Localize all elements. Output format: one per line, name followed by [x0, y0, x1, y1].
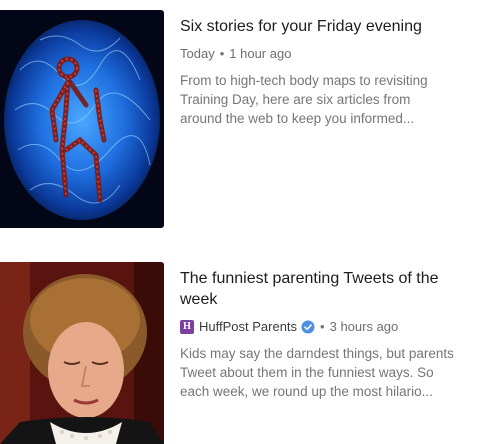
story-title[interactable]: The funniest parenting Tweets of the wee… [180, 268, 480, 310]
story-text: Six stories for your Friday evening Toda… [180, 10, 480, 128]
summary-line: Kids may say the darndest things, but pa… [180, 346, 454, 361]
story-meta: Today • 1 hour ago [180, 45, 480, 62]
cell-image [0, 10, 164, 228]
summary-line: around the web to keep you informed... [180, 111, 415, 126]
story-card[interactable]: Six stories for your Friday evening Toda… [0, 10, 496, 230]
story-age: 3 hours ago [329, 319, 399, 334]
story-thumbnail[interactable] [0, 10, 164, 228]
title-line: The funniest parenting Tweets of the [180, 270, 439, 287]
meta-separator: • [320, 319, 325, 334]
title-line: week [180, 291, 218, 308]
news-feed: Six stories for your Friday evening Toda… [0, 0, 496, 444]
story-source[interactable]: HuffPost Parents [199, 318, 297, 335]
story-title[interactable]: Six stories for your Friday evening [180, 16, 480, 37]
huffpost-logo-icon: H [180, 319, 194, 334]
summary-line: Tweet about them in the funniest ways. S… [180, 365, 434, 380]
story-card[interactable]: The funniest parenting Tweets of the wee… [0, 262, 496, 444]
summary-line: Training Day, here are six articles from [180, 92, 411, 107]
story-age: 1 hour ago [229, 46, 292, 61]
judge-portrait-image [0, 262, 164, 444]
story-summary: From to high-tech body maps to revisitin… [180, 71, 480, 128]
summary-line: each week, we round up the most hilario.… [180, 384, 433, 399]
story-timestamp: Today [180, 46, 215, 61]
story-meta: H HuffPost Parents • 3 hours ago [180, 318, 480, 335]
story-text: The funniest parenting Tweets of the wee… [180, 262, 480, 401]
verified-badge-icon [301, 320, 315, 333]
story-summary: Kids may say the darndest things, but pa… [180, 344, 480, 401]
meta-separator: • [219, 46, 225, 61]
story-thumbnail[interactable] [0, 262, 164, 444]
summary-line: From to high-tech body maps to revisitin… [180, 73, 428, 88]
